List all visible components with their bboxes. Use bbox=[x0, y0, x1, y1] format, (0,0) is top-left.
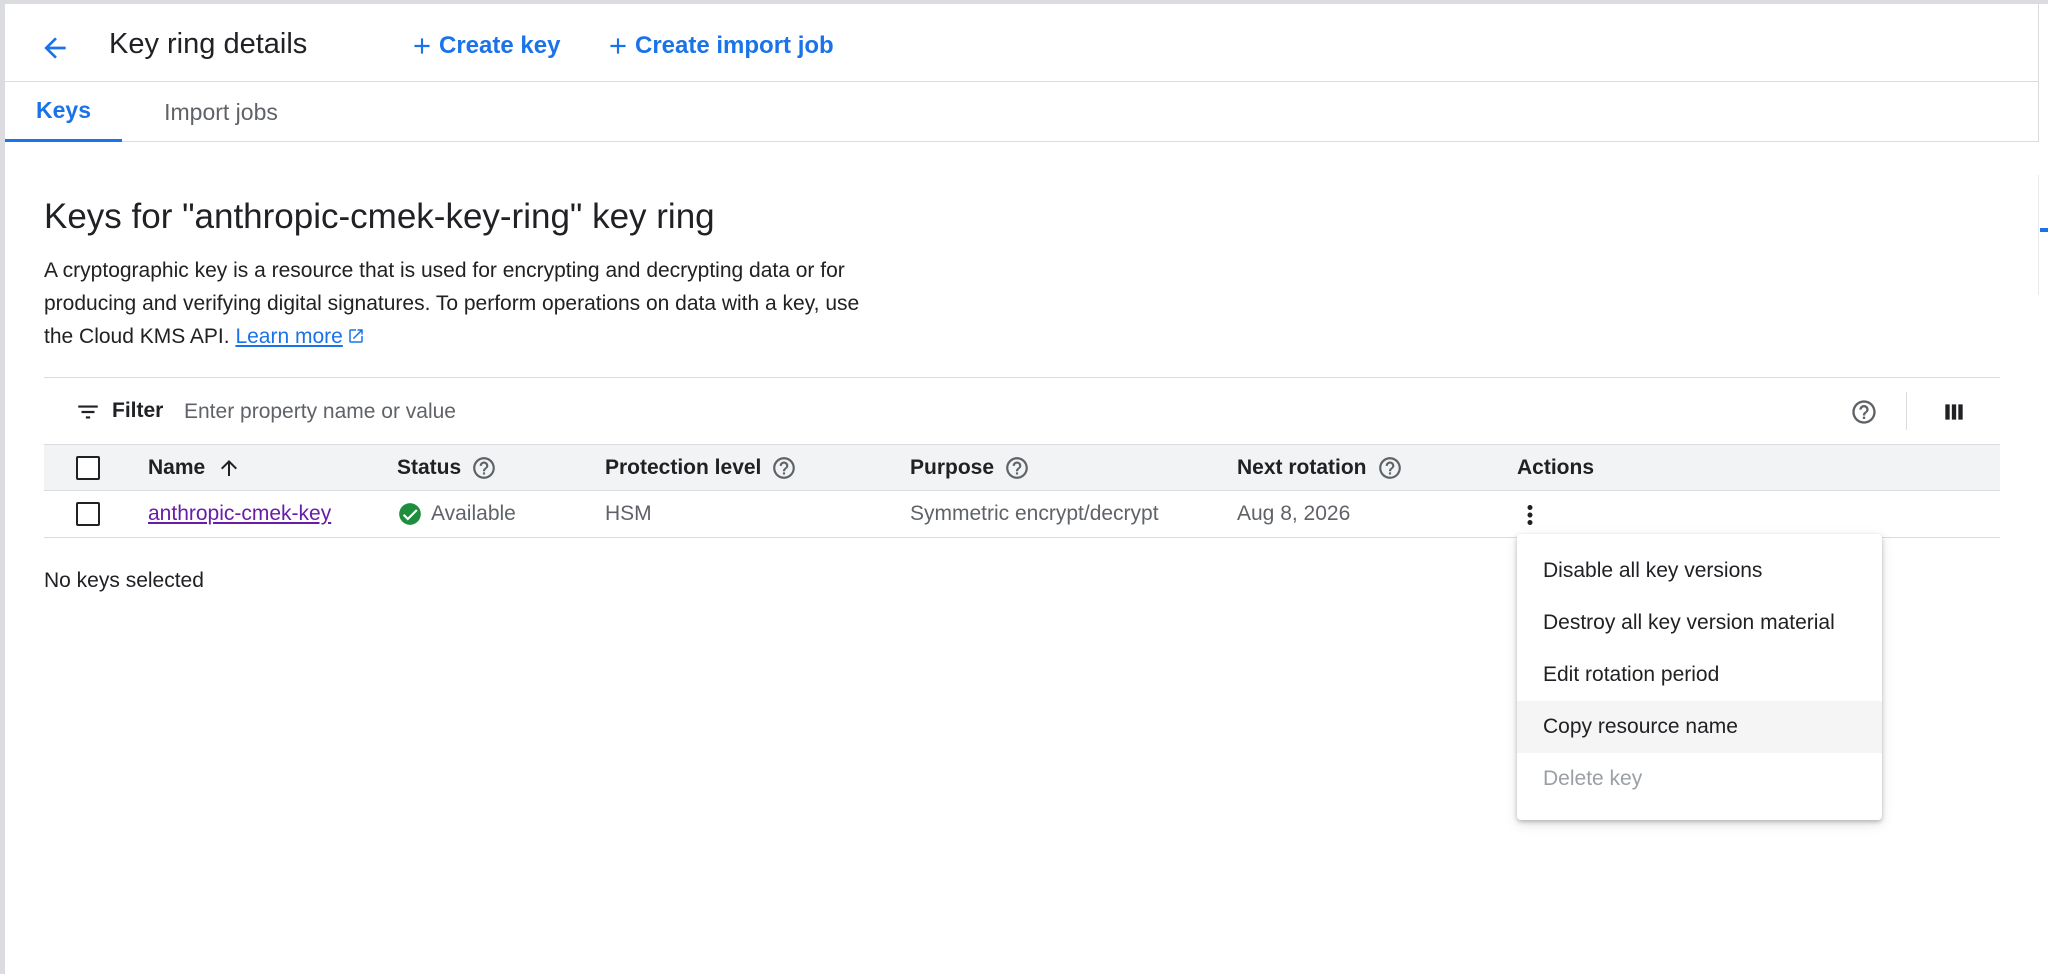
menu-item-delete-key: Delete key bbox=[1543, 767, 1643, 790]
menu-item-disable-all-versions[interactable]: Disable all key versions bbox=[1517, 545, 1882, 597]
check-circle-icon bbox=[399, 503, 421, 525]
column-header-status[interactable]: Status bbox=[397, 445, 497, 491]
section-title: Keys for "anthropic-cmek-key-ring" key r… bbox=[44, 197, 715, 236]
filter-divider bbox=[1906, 392, 1907, 430]
window-frame-left bbox=[0, 0, 5, 974]
help-button[interactable] bbox=[1846, 394, 1882, 430]
protection-level-cell: HSM bbox=[605, 502, 652, 525]
column-header-name[interactable]: Name bbox=[148, 445, 241, 491]
row-select-cell bbox=[76, 491, 100, 537]
column-protection-label: Protection level bbox=[605, 456, 762, 479]
create-key-button[interactable]: Create key bbox=[409, 26, 560, 66]
help-icon bbox=[1852, 400, 1876, 424]
purpose-cell: Symmetric encrypt/decrypt bbox=[910, 502, 1159, 525]
arrow-back-icon bbox=[44, 37, 66, 59]
key-name-link[interactable]: anthropic-cmek-key bbox=[148, 502, 331, 526]
side-panel-divider bbox=[2038, 175, 2039, 295]
tab-keys[interactable]: Keys bbox=[5, 82, 122, 142]
create-key-label: Create key bbox=[439, 32, 561, 59]
status-indicator: Available bbox=[397, 501, 516, 527]
column-purpose-label: Purpose bbox=[910, 456, 995, 479]
key-status-cell: Available bbox=[397, 491, 516, 537]
column-header-protection-level[interactable]: Protection level bbox=[605, 445, 797, 491]
filter-input[interactable] bbox=[184, 392, 1184, 432]
open-in-new-icon bbox=[349, 329, 363, 343]
description-text: A cryptographic key is a resource that i… bbox=[44, 259, 860, 348]
column-status-label: Status bbox=[397, 456, 462, 479]
table-header: Name Status Protection level Purpose Nex… bbox=[44, 444, 2000, 491]
filter-label: Filter bbox=[112, 399, 164, 422]
column-display-button[interactable] bbox=[1936, 394, 1972, 430]
select-all-checkbox[interactable] bbox=[76, 456, 100, 480]
row-checkbox[interactable] bbox=[76, 502, 100, 526]
create-import-job-label: Create import job bbox=[635, 32, 834, 59]
tab-import-jobs[interactable]: Import jobs bbox=[122, 82, 320, 142]
table-row: anthropic-cmek-key Available HSM Symmetr… bbox=[44, 491, 2000, 538]
arrow-upward-icon bbox=[221, 460, 238, 476]
menu-item-copy-resource-name[interactable]: Copy resource name bbox=[1517, 701, 1882, 753]
column-display-icon bbox=[1945, 404, 1963, 420]
create-import-job-button[interactable]: Create import job bbox=[605, 26, 834, 66]
selection-status: No keys selected bbox=[44, 569, 204, 592]
help-icon[interactable] bbox=[1004, 455, 1030, 481]
column-header-purpose[interactable]: Purpose bbox=[910, 445, 1030, 491]
page-title: Key ring details bbox=[109, 28, 308, 60]
side-panel-edge bbox=[2038, 4, 2048, 142]
select-all-cell bbox=[76, 445, 100, 491]
more-vert-icon bbox=[1527, 505, 1533, 525]
section-description: A cryptographic key is a resource that i… bbox=[44, 254, 874, 353]
side-panel-accent bbox=[2040, 228, 2048, 232]
column-header-next-rotation[interactable]: Next rotation bbox=[1237, 445, 1403, 491]
filter-list-icon[interactable] bbox=[74, 398, 102, 426]
column-next-rotation-label: Next rotation bbox=[1237, 456, 1367, 479]
menu-item-edit-rotation-period[interactable]: Edit rotation period bbox=[1517, 649, 1882, 701]
next-rotation-cell: Aug 8, 2026 bbox=[1237, 502, 1351, 525]
help-icon[interactable] bbox=[1377, 455, 1403, 481]
back-button[interactable] bbox=[31, 24, 79, 72]
tab-bar: Keys Import jobs bbox=[5, 82, 2038, 142]
key-name-cell: anthropic-cmek-key bbox=[148, 491, 331, 537]
row-actions-button[interactable] bbox=[1510, 495, 1550, 535]
menu-item-destroy-all-material[interactable]: Destroy all key version material bbox=[1517, 597, 1882, 649]
column-name-label: Name bbox=[148, 456, 206, 479]
learn-more-link[interactable]: Learn more bbox=[235, 325, 342, 348]
row-actions-menu: Disable all key versions Destroy all key… bbox=[1517, 534, 1882, 820]
status-text: Available bbox=[431, 502, 516, 525]
add-icon bbox=[414, 38, 430, 54]
help-icon[interactable] bbox=[471, 455, 497, 481]
page-header: Key ring details Create key Create impor… bbox=[5, 4, 2038, 82]
help-icon[interactable] bbox=[771, 455, 797, 481]
filter-bar: Filter bbox=[44, 377, 2000, 444]
column-header-actions: Actions bbox=[1517, 456, 1595, 479]
add-icon bbox=[610, 38, 626, 54]
